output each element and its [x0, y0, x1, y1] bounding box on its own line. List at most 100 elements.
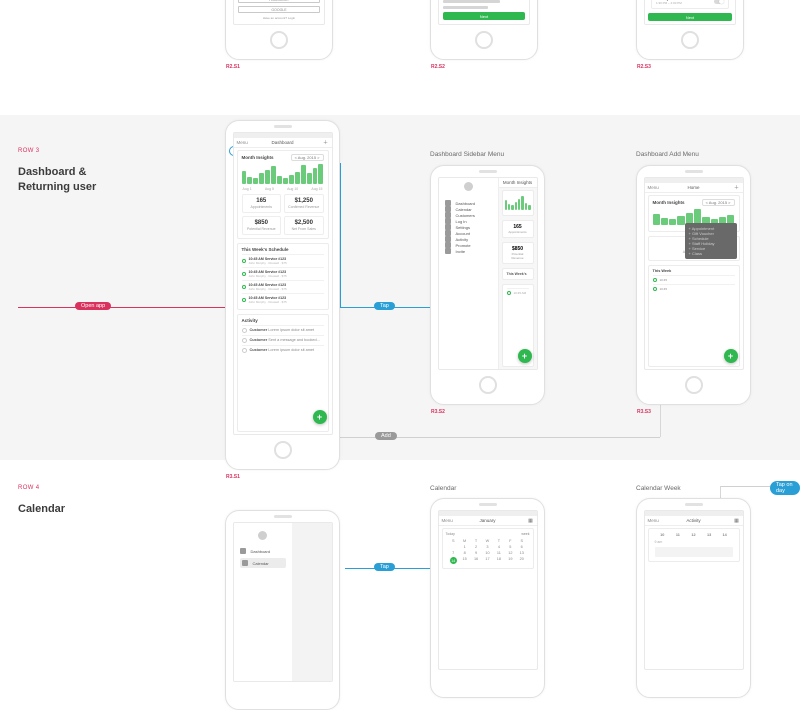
- metric-num: $1,250: [287, 198, 321, 204]
- phone-addmenu: Menu Home ＋ Month Insights< Aug. 2015 > …: [636, 165, 751, 405]
- sidebar-item-label: Invite: [456, 249, 466, 254]
- mini-section: This Week's: [502, 268, 534, 280]
- fab-add[interactable]: +: [518, 349, 532, 363]
- fab-add[interactable]: +: [724, 349, 738, 363]
- schedule-row[interactable]: 10:45 AM Service #123John Murphy · Roswe…: [242, 267, 324, 280]
- menu-button[interactable]: Menu: [442, 518, 453, 523]
- home-button[interactable]: [479, 376, 497, 394]
- next-button[interactable]: Next: [443, 12, 525, 20]
- cal-cell[interactable]: 4: [493, 545, 504, 549]
- caption: R2.S3: [637, 64, 651, 70]
- today-button[interactable]: Today: [446, 532, 455, 536]
- calweek-screen-title: Calendar Week: [636, 485, 681, 492]
- cal-cell[interactable]: 8: [459, 551, 470, 555]
- row4-title: Calendar: [18, 502, 65, 517]
- phone-calendar: MenuJanuary▦ Today week SMTWTFS 123456 7…: [430, 498, 545, 698]
- cal-cell[interactable]: M: [459, 539, 470, 543]
- cal-cell[interactable]: 7: [448, 551, 459, 555]
- cal-cell[interactable]: [448, 545, 459, 549]
- menu-button[interactable]: Menu: [648, 518, 659, 523]
- status-dot-icon: [242, 285, 246, 289]
- cal-cell[interactable]: W: [482, 539, 493, 543]
- menu-button[interactable]: Menu: [237, 140, 248, 145]
- title-line1: Dashboard &: [18, 166, 86, 178]
- tap-chip: Tap: [374, 302, 395, 310]
- activity-row[interactable]: Customer Sent a message and booked...: [242, 335, 324, 345]
- grid-icon[interactable]: ▦: [734, 518, 740, 524]
- nav-title: Home: [687, 185, 699, 190]
- home-button[interactable]: [475, 31, 493, 49]
- google-button[interactable]: GOOGLE: [238, 6, 320, 13]
- home-button[interactable]: [681, 31, 699, 49]
- cal-side-screen: Dashboard Calendar: [233, 522, 333, 682]
- cal-cell[interactable]: 11: [670, 533, 686, 537]
- sidebar-item-label: Dashboard: [456, 201, 476, 206]
- cal-cell[interactable]: S: [516, 539, 527, 543]
- cal-cell[interactable]: 13: [701, 533, 717, 537]
- next-label: Next: [686, 15, 694, 20]
- home-button[interactable]: [685, 376, 703, 394]
- insights-title: Month Insights: [653, 200, 685, 205]
- cal-cell[interactable]: S: [448, 539, 459, 543]
- cal-cell[interactable]: 12: [505, 551, 516, 555]
- mini-metric2-lbl: Potential Revenue: [507, 252, 529, 260]
- sidebar-item-dashboard[interactable]: Dashboard: [240, 548, 286, 554]
- calendar-icon: [242, 560, 248, 566]
- event-block[interactable]: [655, 547, 733, 557]
- nav-title: Dashboard: [271, 140, 293, 145]
- user-icon: [242, 328, 247, 333]
- add-button[interactable]: ＋: [323, 140, 329, 146]
- cal-cell[interactable]: 5: [505, 545, 516, 549]
- caption: R2.S1: [226, 64, 240, 70]
- cal-cell[interactable]: T: [493, 539, 504, 543]
- month-selector[interactable]: < Aug. 2015 >: [702, 199, 735, 206]
- schedule-row[interactable]: 10:45 AM Service #123John Murphy · Roswe…: [242, 280, 324, 293]
- cal-cell[interactable]: 10: [482, 551, 493, 555]
- cal-cell[interactable]: 6: [516, 545, 527, 549]
- login-screen: FACEBOOK GOOGLE Have an account? Login: [233, 0, 325, 25]
- week-toggle[interactable]: week: [521, 532, 529, 536]
- grid-icon[interactable]: ▦: [528, 518, 534, 524]
- time-from: 1:30 PM: [656, 1, 667, 5]
- add-option[interactable]: + Class: [689, 251, 733, 256]
- activity-row[interactable]: Customer Lorem ipsum dolor sit amet: [242, 345, 324, 355]
- avatar: [258, 531, 267, 540]
- title-line2: Returning user: [18, 181, 96, 193]
- home-button[interactable]: [270, 31, 288, 49]
- schedule-row[interactable]: 10:45 AM Service #123John Murphy · Roswe…: [242, 293, 324, 306]
- row4-label: ROW 4: [18, 485, 39, 491]
- cal-cell[interactable]: 2: [470, 545, 481, 549]
- cal-cell[interactable]: 9: [470, 551, 481, 555]
- metric-num: 165: [245, 198, 279, 204]
- cal-cell[interactable]: 13: [516, 551, 527, 555]
- cal-cell[interactable]: 1: [459, 545, 470, 549]
- month-selector[interactable]: < Aug. 2015 >: [291, 154, 324, 161]
- selected-day[interactable]: 14: [450, 557, 457, 564]
- schedule-row[interactable]: 10:45 AM Service #123John Murphy · Roswe…: [242, 254, 324, 267]
- sidebar-item[interactable]: Invite: [445, 248, 492, 254]
- home-button[interactable]: [274, 441, 292, 459]
- phone-cal-sidebar: Dashboard Calendar: [225, 510, 340, 710]
- toggle[interactable]: [714, 0, 724, 4]
- facebook-label: FACEBOOK: [269, 0, 288, 2]
- cal-cell[interactable]: F: [505, 539, 516, 543]
- cal-cell[interactable]: 11: [493, 551, 504, 555]
- caption: R3.S3: [637, 409, 651, 415]
- menu-button[interactable]: Menu: [648, 185, 659, 190]
- next-button[interactable]: Next: [648, 13, 732, 21]
- sidebar-drawer: DashboardCalendarCustomersLog InSettings…: [439, 178, 499, 369]
- navbar: Menu Home ＋: [645, 183, 743, 193]
- speaker: [479, 503, 497, 506]
- add-button[interactable]: ＋: [734, 185, 740, 191]
- fab-add[interactable]: +: [313, 410, 327, 424]
- connector-tapday: [720, 486, 770, 487]
- facebook-button[interactable]: FACEBOOK: [238, 0, 320, 3]
- sidebar-screen-title: Dashboard Sidebar Menu: [430, 151, 504, 158]
- cal-cell[interactable]: T: [470, 539, 481, 543]
- cal-cell[interactable]: 14: [717, 533, 733, 537]
- cal-cell[interactable]: 10: [655, 533, 671, 537]
- sidebar-item-calendar[interactable]: Calendar: [240, 558, 286, 568]
- cal-cell[interactable]: 3: [482, 545, 493, 549]
- cal-cell[interactable]: 12: [686, 533, 702, 537]
- activity-row[interactable]: Customer Lorem ipsum dolor sit amet: [242, 325, 324, 335]
